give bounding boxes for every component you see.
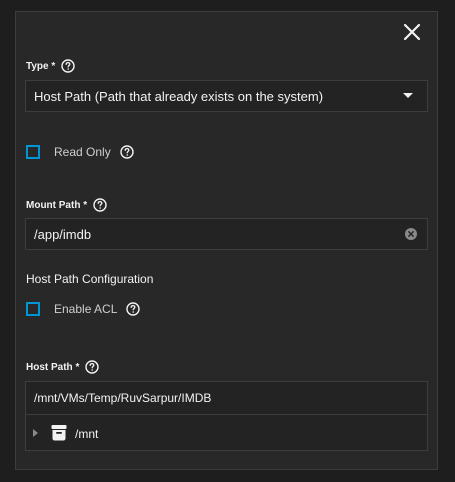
enable-acl-row: Enable ACL xyxy=(26,302,141,316)
type-selected-value: Host Path (Path that already exists on t… xyxy=(34,88,324,104)
enable-acl-checkbox[interactable] xyxy=(26,302,40,316)
host-path-configuration-title: Host Path Configuration xyxy=(26,272,154,286)
help-circle-icon[interactable] xyxy=(120,145,134,159)
close-button[interactable] xyxy=(400,20,424,44)
host-path-input[interactable]: /mnt/VMs/Temp/RuvSarpur/IMDB xyxy=(26,382,427,415)
clear-circle-icon[interactable] xyxy=(405,228,417,240)
tree-node-mnt[interactable]: /mnt xyxy=(26,415,427,451)
type-field-label: Type * xyxy=(26,59,75,73)
read-only-row: Read Only xyxy=(26,145,134,159)
host-path-label: Host Path * xyxy=(26,360,100,374)
close-icon xyxy=(403,23,421,41)
read-only-label: Read Only xyxy=(54,145,111,159)
host-path-explorer: /mnt/VMs/Temp/RuvSarpur/IMDB /mnt xyxy=(25,381,428,451)
mount-path-label: Mount Path * xyxy=(26,198,107,212)
type-label-text: Type * xyxy=(26,60,56,72)
tree-node-label: /mnt xyxy=(75,427,99,441)
mount-path-input[interactable]: /app/imdb xyxy=(25,218,428,250)
type-select[interactable]: Host Path (Path that already exists on t… xyxy=(25,80,428,112)
help-circle-icon[interactable] xyxy=(61,59,75,73)
mount-path-label-text: Mount Path * xyxy=(26,199,88,211)
read-only-checkbox[interactable] xyxy=(26,145,40,159)
expand-arrow-icon[interactable] xyxy=(33,429,38,437)
mount-path-value: /app/imdb xyxy=(34,226,92,242)
host-path-value: /mnt/VMs/Temp/RuvSarpur/IMDB xyxy=(34,391,212,405)
enable-acl-label: Enable ACL xyxy=(54,302,118,316)
chevron-down-icon xyxy=(403,93,413,98)
help-circle-icon[interactable] xyxy=(93,198,107,212)
help-circle-icon[interactable] xyxy=(126,302,141,316)
dataset-icon xyxy=(51,424,67,441)
help-circle-icon[interactable] xyxy=(85,360,100,374)
host-path-label-text: Host Path * xyxy=(26,361,80,373)
